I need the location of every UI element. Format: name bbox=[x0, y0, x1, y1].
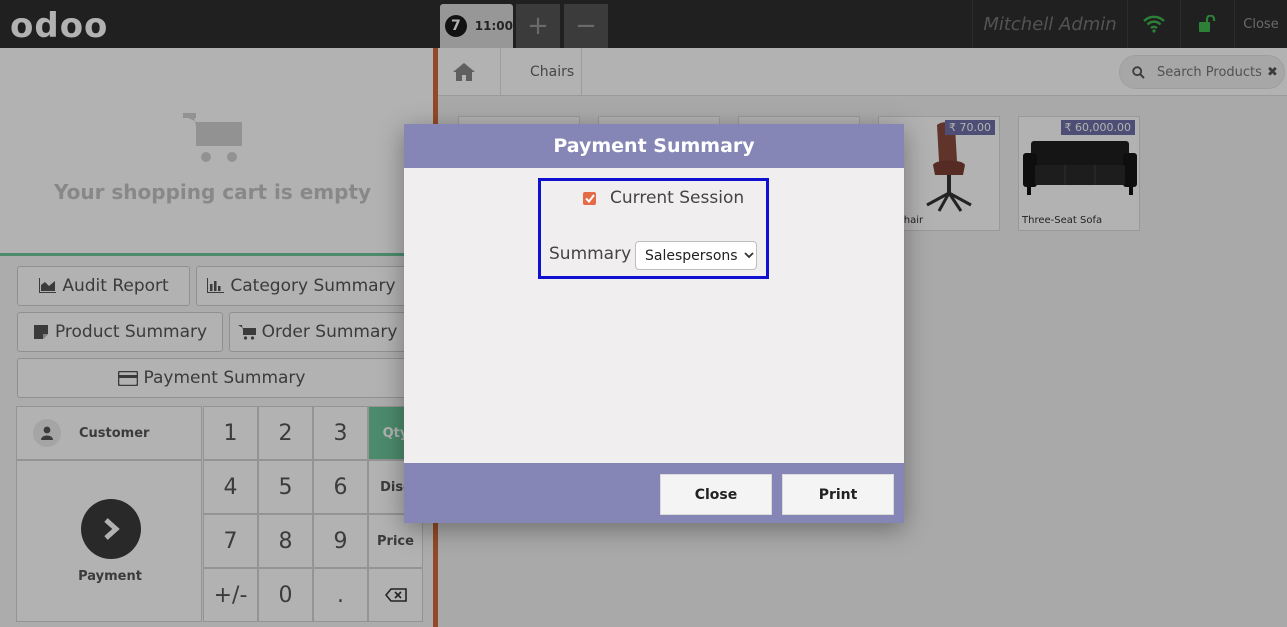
dialog-footer: Close Print bbox=[404, 463, 904, 523]
print-button[interactable]: Print bbox=[782, 474, 894, 515]
current-session-label: Current Session bbox=[610, 188, 745, 208]
chevron-down-icon bbox=[743, 252, 754, 259]
current-session-option: Current Session bbox=[583, 188, 744, 208]
summary-label: Summary bbox=[549, 244, 632, 264]
checkmark-icon bbox=[584, 193, 595, 203]
payment-summary-dialog: Payment Summary Current Session Summary … bbox=[404, 124, 904, 523]
close-button[interactable]: Close bbox=[660, 474, 772, 515]
dialog-title: Payment Summary bbox=[404, 124, 904, 168]
summary-select-value: Salespersons bbox=[645, 247, 738, 264]
summary-select[interactable]: Salespersons bbox=[635, 241, 757, 270]
current-session-checkbox[interactable] bbox=[583, 191, 596, 205]
